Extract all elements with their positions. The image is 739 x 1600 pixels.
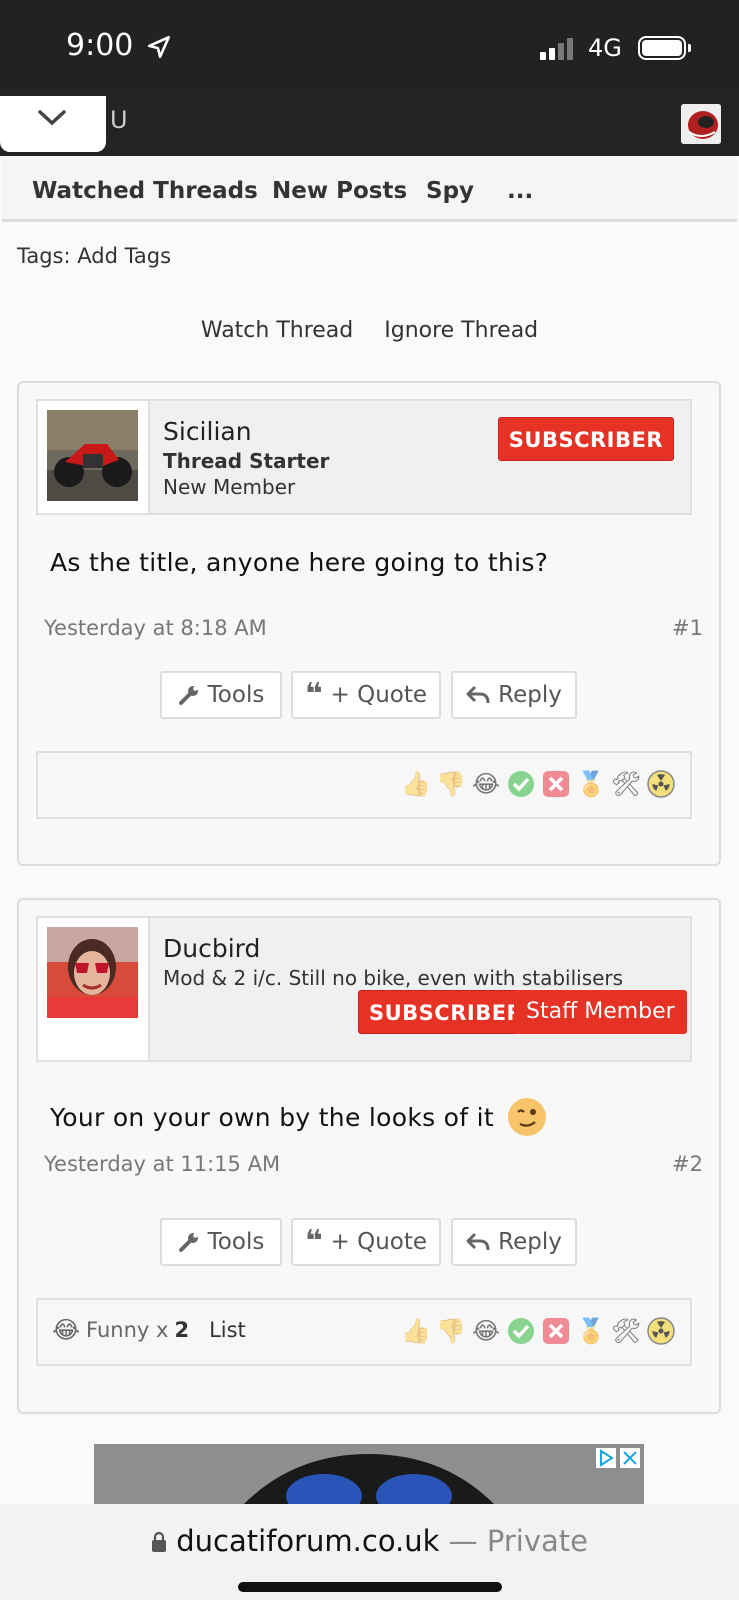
lock-icon xyxy=(152,1531,166,1552)
quote-label: + Quote xyxy=(330,682,428,708)
useful-icon[interactable]: 🛠 xyxy=(611,1316,641,1346)
wrench-icon xyxy=(178,686,198,705)
dislike-icon[interactable]: 👎 xyxy=(436,769,466,799)
home-indicator[interactable] xyxy=(238,1582,502,1592)
post-message-row: Your on your own by the looks of it xyxy=(50,1096,548,1138)
post-timestamp[interactable]: Yesterday at 8:18 AM xyxy=(44,616,267,640)
location-arrow-icon xyxy=(147,35,171,59)
user-role: Thread Starter xyxy=(163,449,330,473)
ad-controls xyxy=(596,1448,640,1468)
post-number[interactable]: #1 xyxy=(672,616,703,640)
advertisement[interactable] xyxy=(94,1444,644,1504)
signal-icon xyxy=(540,38,573,60)
menu-toggle[interactable] xyxy=(0,96,106,152)
post-timestamp[interactable]: Yesterday at 11:15 AM xyxy=(44,1152,280,1176)
watch-thread-link[interactable]: Watch Thread xyxy=(201,318,353,343)
reaction-count: 2 xyxy=(174,1318,190,1342)
reply-button[interactable]: Reply xyxy=(451,1218,577,1266)
chevron-down-icon xyxy=(38,110,66,126)
avatar-cell xyxy=(38,401,150,513)
subscriber-badge: SUBSCRIBER xyxy=(497,417,674,461)
reaction-buttons: 👍 👎 😂 🏅 🛠 xyxy=(401,1316,676,1346)
status-bar: 9:00 4G xyxy=(0,0,739,88)
radioactive-icon[interactable] xyxy=(646,1316,676,1346)
quote-button[interactable]: ❝ + Quote xyxy=(291,671,441,719)
wrench-icon xyxy=(178,1233,198,1252)
network-type: 4G xyxy=(588,34,622,62)
private-label: Private xyxy=(486,1524,588,1558)
post-user-info: Sicilian Thread Starter New Member SUBSC… xyxy=(36,399,692,515)
tools-button[interactable]: Tools xyxy=(160,671,282,719)
avatar-cell xyxy=(38,918,150,1060)
user-avatar[interactable] xyxy=(681,104,721,144)
tools-button[interactable]: Tools xyxy=(160,1218,282,1266)
quote-label: + Quote xyxy=(330,1229,428,1255)
useful-icon[interactable]: 🛠 xyxy=(611,769,641,799)
like-icon[interactable]: 👍 xyxy=(401,1316,431,1346)
disagree-icon[interactable] xyxy=(541,1316,571,1346)
avatar[interactable] xyxy=(47,927,138,1018)
nav-more[interactable]: ... xyxy=(507,178,533,204)
user-title: Mod & 2 i/c. Still no bike, even with st… xyxy=(163,966,624,990)
funny-icon[interactable]: 😂 xyxy=(471,1316,501,1346)
reactions-bar: 😂 Funny x 2 List 👍 👎 😂 🏅 🛠 xyxy=(36,1298,692,1366)
quote-button[interactable]: ❝ + Quote xyxy=(291,1218,441,1266)
like-icon[interactable]: 👍 xyxy=(401,769,431,799)
winner-icon[interactable]: 🏅 xyxy=(576,1316,606,1346)
clock: 9:00 xyxy=(66,28,134,63)
winner-icon[interactable]: 🏅 xyxy=(576,769,606,799)
wink-emoji-icon xyxy=(507,1098,546,1136)
close-icon[interactable] xyxy=(620,1448,640,1468)
post-number[interactable]: #2 xyxy=(672,1152,703,1176)
post: Ducbird Mod & 2 i/c. Still no bike, even… xyxy=(17,898,721,1414)
reactions-bar: 👍 👎 😂 🏅 🛠 xyxy=(36,751,692,819)
url-separator: — xyxy=(439,1524,487,1558)
post-message: Your on your own by the looks of it xyxy=(50,1102,494,1132)
browser-url-bar[interactable]: ducatiforum.co.uk — Private xyxy=(0,1504,739,1600)
battery-icon xyxy=(638,36,691,60)
funny-icon[interactable]: 😂 xyxy=(471,769,501,799)
subscriber-badge: SUBSCRIBER xyxy=(358,990,535,1034)
tags-line[interactable]: Tags: Add Tags xyxy=(17,244,171,268)
nav-watched-threads[interactable]: Watched Threads xyxy=(32,178,258,204)
nav-spy[interactable]: Spy xyxy=(426,178,474,204)
radioactive-icon[interactable] xyxy=(646,769,676,799)
reply-button[interactable]: Reply xyxy=(451,671,577,719)
username[interactable]: Ducbird xyxy=(163,934,260,963)
reply-arrow-icon xyxy=(466,1232,490,1251)
reply-arrow-icon xyxy=(466,685,490,704)
disagree-icon[interactable] xyxy=(541,769,571,799)
reaction-summary-label: Funny x xyxy=(86,1318,169,1342)
reaction-summary: 😂 Funny x 2 List xyxy=(52,1316,246,1344)
reply-label: Reply xyxy=(498,682,562,708)
post: Sicilian Thread Starter New Member SUBSC… xyxy=(17,381,721,866)
username[interactable]: Sicilian xyxy=(163,417,252,446)
reaction-buttons: 👍 👎 😂 🏅 🛠 xyxy=(401,769,676,799)
funny-icon: 😂 xyxy=(52,1316,81,1344)
agree-icon[interactable] xyxy=(506,1316,536,1346)
adchoices-icon[interactable] xyxy=(596,1448,616,1468)
nav-new-posts[interactable]: New Posts xyxy=(272,178,407,204)
staff-member-badge: Staff Member xyxy=(514,990,687,1034)
tools-label: Tools xyxy=(207,1229,265,1255)
thread-actions: Watch Thread Ignore Thread xyxy=(0,318,739,343)
forum-nav: Watched Threads New Posts Spy ... xyxy=(2,156,737,222)
url-domain: ducatiforum.co.uk xyxy=(176,1524,440,1558)
site-header: U xyxy=(0,88,739,156)
quote-icon: ❝ xyxy=(304,1224,323,1259)
user-title: New Member xyxy=(163,475,296,499)
url-display[interactable]: ducatiforum.co.uk — Private xyxy=(0,1524,739,1558)
avatar[interactable] xyxy=(47,410,138,501)
post-user-info: Ducbird Mod & 2 i/c. Still no bike, even… xyxy=(36,916,692,1062)
reply-label: Reply xyxy=(498,1229,562,1255)
reaction-list-link[interactable]: List xyxy=(209,1318,246,1342)
post-message: As the title, anyone here going to this? xyxy=(50,548,549,577)
quote-icon: ❝ xyxy=(304,677,323,712)
tools-label: Tools xyxy=(207,682,265,708)
ignore-thread-link[interactable]: Ignore Thread xyxy=(384,318,538,343)
header-letter: U xyxy=(110,106,128,134)
agree-icon[interactable] xyxy=(506,769,536,799)
dislike-icon[interactable]: 👎 xyxy=(436,1316,466,1346)
